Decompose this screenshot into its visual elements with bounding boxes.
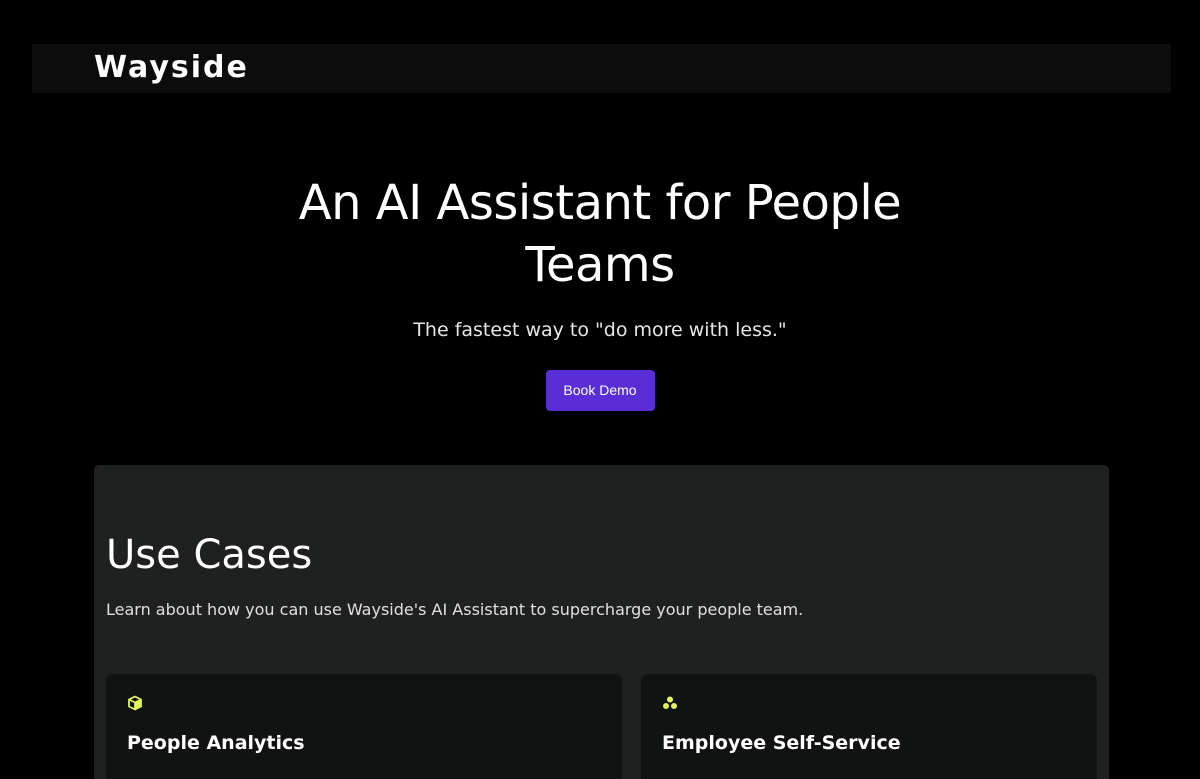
use-case-card-people-analytics[interactable]: People Analytics <box>106 674 622 779</box>
hero-section: An AI Assistant for People Teams The fas… <box>0 172 1200 411</box>
book-demo-button[interactable]: Book Demo <box>545 370 655 411</box>
card-title-employee-self-service: Employee Self-Service <box>662 732 901 754</box>
top-navbar: Wayside <box>32 44 1171 93</box>
use-case-card-employee-self-service[interactable]: Employee Self-Service <box>641 674 1097 779</box>
three-dots-icon <box>662 695 678 711</box>
use-cases-title: Use Cases <box>106 532 313 578</box>
use-cases-section: Use Cases Learn about how you can use Wa… <box>94 465 1109 779</box>
card-title-people-analytics: People Analytics <box>127 732 305 754</box>
use-cases-description: Learn about how you can use Wayside's AI… <box>106 600 804 619</box>
cube-icon <box>127 695 143 711</box>
hero-title: An AI Assistant for People Teams <box>298 175 902 293</box>
hero-subtitle: The fastest way to "do more with less." <box>413 319 787 341</box>
wayside-logo[interactable]: Wayside <box>94 50 249 86</box>
